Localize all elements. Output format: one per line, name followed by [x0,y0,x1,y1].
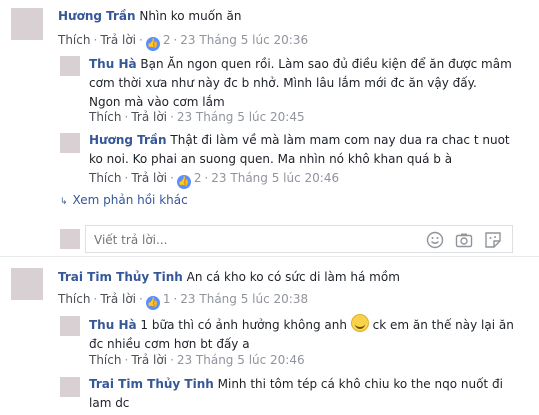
reply-link[interactable]: Trả lời [131,171,167,185]
comment-text: An cá kho ko có sức di làm há mồm [186,270,400,284]
reply-link[interactable]: Trả lời [100,292,136,306]
comment-text: Minh thi tôm tép cá khô chiu ko the nqo … [217,377,503,391]
comment-meta: Thích · Trả lời · 23 Tháng 5 lúc 20:46 [89,353,305,367]
avatar[interactable] [60,133,80,153]
like-link[interactable]: Thích [89,171,121,185]
comment-author[interactable]: Hương Trần [58,9,136,23]
like-reaction-icon[interactable]: 👍 [176,175,191,189]
comment-author[interactable]: Hương Trần [89,133,167,147]
comment-meta: Thích · Trả lời · 23 Tháng 5 lúc 20:45 [89,110,305,124]
timestamp[interactable]: 23 Tháng 5 lúc 20:46 [211,171,339,185]
comment-author[interactable]: Trai Tim Thủy Tinh [89,377,214,391]
comment-author[interactable]: Trai Tim Thủy Tinh [58,270,183,284]
like-link[interactable]: Thích [89,353,121,367]
view-more-replies-link[interactable]: ↳ Xem phản hồi khác [60,193,188,207]
reply-link[interactable]: Trả lời [131,110,167,124]
comment-text: ck em ăn thế này lại ăn [372,318,514,332]
reaction-count[interactable]: 2 [163,33,171,47]
reply-link[interactable]: Trả lời [131,353,167,367]
like-reaction-icon[interactable]: 👍 [145,296,160,310]
comment-text: Nhìn ko muốn ăn [139,9,242,23]
reaction-count[interactable]: 1 [163,292,171,306]
comment-text: lam dc [89,396,130,410]
avatar[interactable] [11,8,43,40]
avatar[interactable] [60,316,80,336]
comment-body: Thu Hà 1 bữa thì có ảnh hưởng không anh … [89,314,529,354]
avatar[interactable] [11,268,43,300]
timestamp[interactable]: 23 Tháng 5 lúc 20:36 [180,33,308,47]
reply-input-box[interactable] [85,225,513,253]
comment-meta: Thích · Trả lời · 👍 2 · 23 Tháng 5 lúc 20:46 [89,171,340,189]
reply-link[interactable]: Trả lời [100,33,136,47]
comment-body: Hương Trần Nhìn ko muốn ăn [58,7,518,26]
reaction-count[interactable]: 2 [194,171,202,185]
sticker-icon[interactable] [484,231,502,249]
comment-body: Trai Tim Thủy Tinh An cá kho ko có sức d… [58,268,518,287]
comment-author[interactable]: Thu Hà [89,318,137,332]
comment-body: Hương Trần Thật đi làm về mà làm mam com… [89,131,529,169]
comment-text: Bạn Ăn ngon quen rồi. Làm sao đủ điều ki… [140,57,512,71]
grinning-emoji-icon [350,314,369,332]
reply-input[interactable] [92,230,416,250]
timestamp[interactable]: 23 Tháng 5 lúc 20:45 [177,110,305,124]
like-reaction-icon[interactable]: 👍 [145,37,160,51]
timestamp[interactable]: 23 Tháng 5 lúc 20:38 [180,292,308,306]
comment-author[interactable]: Thu Hà [89,57,137,71]
like-link[interactable]: Thích [58,33,90,47]
comment-body: Trai Tim Thủy Tinh Minh thi tôm tép cá k… [89,375,529,413]
timestamp[interactable]: 23 Tháng 5 lúc 20:46 [177,353,305,367]
comment-meta: Thích · Trả lời · 👍 1 · 23 Tháng 5 lúc 20:38 [58,292,309,310]
reply-arrow-icon: ↳ [60,197,68,207]
comment-body: Thu Hà Bạn Ăn ngon quen rồi. Làm sao đủ … [89,55,529,112]
smile-icon[interactable] [426,231,444,249]
comment-text: 1 bữa thì có ảnh hưởng không anh [140,318,347,332]
camera-icon[interactable] [455,231,473,249]
comment-text: ko noi. Ko phai an suong quen. Ma nhìn n… [89,152,453,166]
comment-text: Thật đi làm về mà làm mam com nay dua ra… [170,133,510,147]
comment-text: cơm thời xưa như này đc b nhở. Mình lâu … [89,76,477,90]
comment-meta: Thích · Trả lời · 👍 2 · 23 Tháng 5 lúc 20:36 [58,33,309,51]
divider [0,256,539,257]
like-link[interactable]: Thích [89,110,121,124]
like-link[interactable]: Thích [58,292,90,306]
avatar [60,229,80,249]
avatar[interactable] [60,377,80,397]
avatar[interactable] [60,56,80,76]
